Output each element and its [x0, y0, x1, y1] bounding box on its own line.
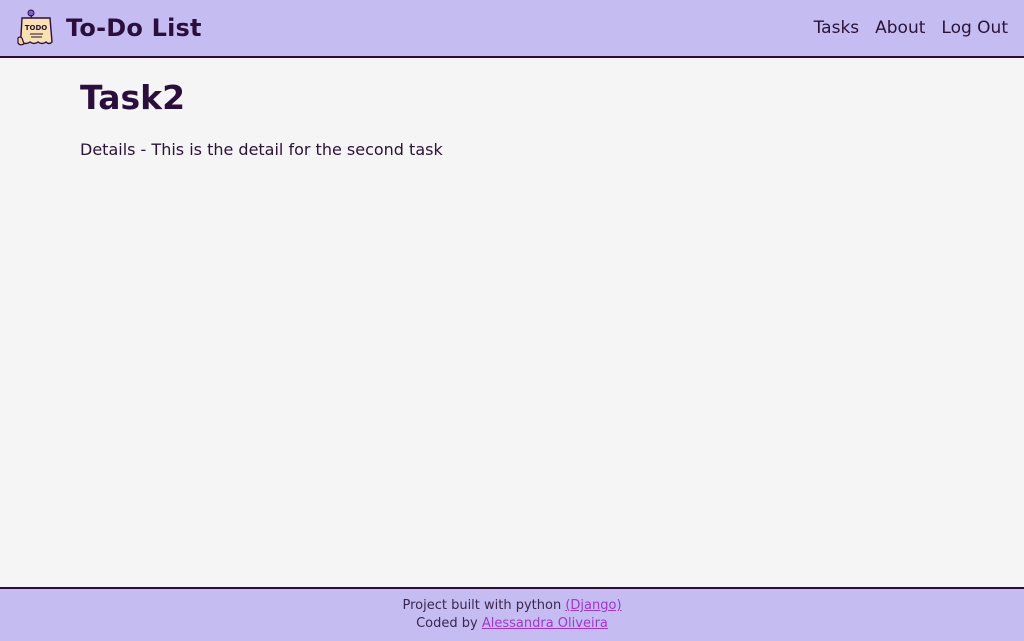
task-detail: Task2 Details - This is the detail for t… — [80, 78, 940, 162]
task-title: Task2 — [80, 78, 186, 117]
brand-link[interactable]: TODO To-Do List — [16, 9, 202, 47]
page: TODO To-Do List Tasks About Log Out Task… — [0, 0, 1024, 641]
svg-text:TODO: TODO — [25, 24, 48, 32]
footer-built-with-text: Project built with python — [402, 598, 566, 613]
footer-line-built-with: Project built with python (Django) — [0, 597, 1024, 615]
todo-note-icon: TODO — [17, 9, 53, 46]
nav-about-link[interactable]: About — [875, 18, 925, 38]
django-link[interactable]: (Django) — [565, 598, 621, 613]
brand-title: To-Do List — [66, 14, 202, 42]
footer: Project built with python (Django) Coded… — [0, 587, 1024, 641]
task-details: Details - This is the detail for the sec… — [80, 140, 443, 159]
footer-line-coded-by: Coded by Alessandra Oliveira — [0, 615, 1024, 633]
nav-tasks-link[interactable]: Tasks — [814, 18, 860, 38]
author-link[interactable]: Alessandra Oliveira — [482, 616, 608, 631]
top-navbar: TODO To-Do List Tasks About Log Out — [0, 0, 1024, 58]
footer-coded-by-text: Coded by — [416, 616, 482, 631]
main-nav: Tasks About Log Out — [814, 18, 1008, 38]
nav-logout-link[interactable]: Log Out — [941, 18, 1008, 38]
